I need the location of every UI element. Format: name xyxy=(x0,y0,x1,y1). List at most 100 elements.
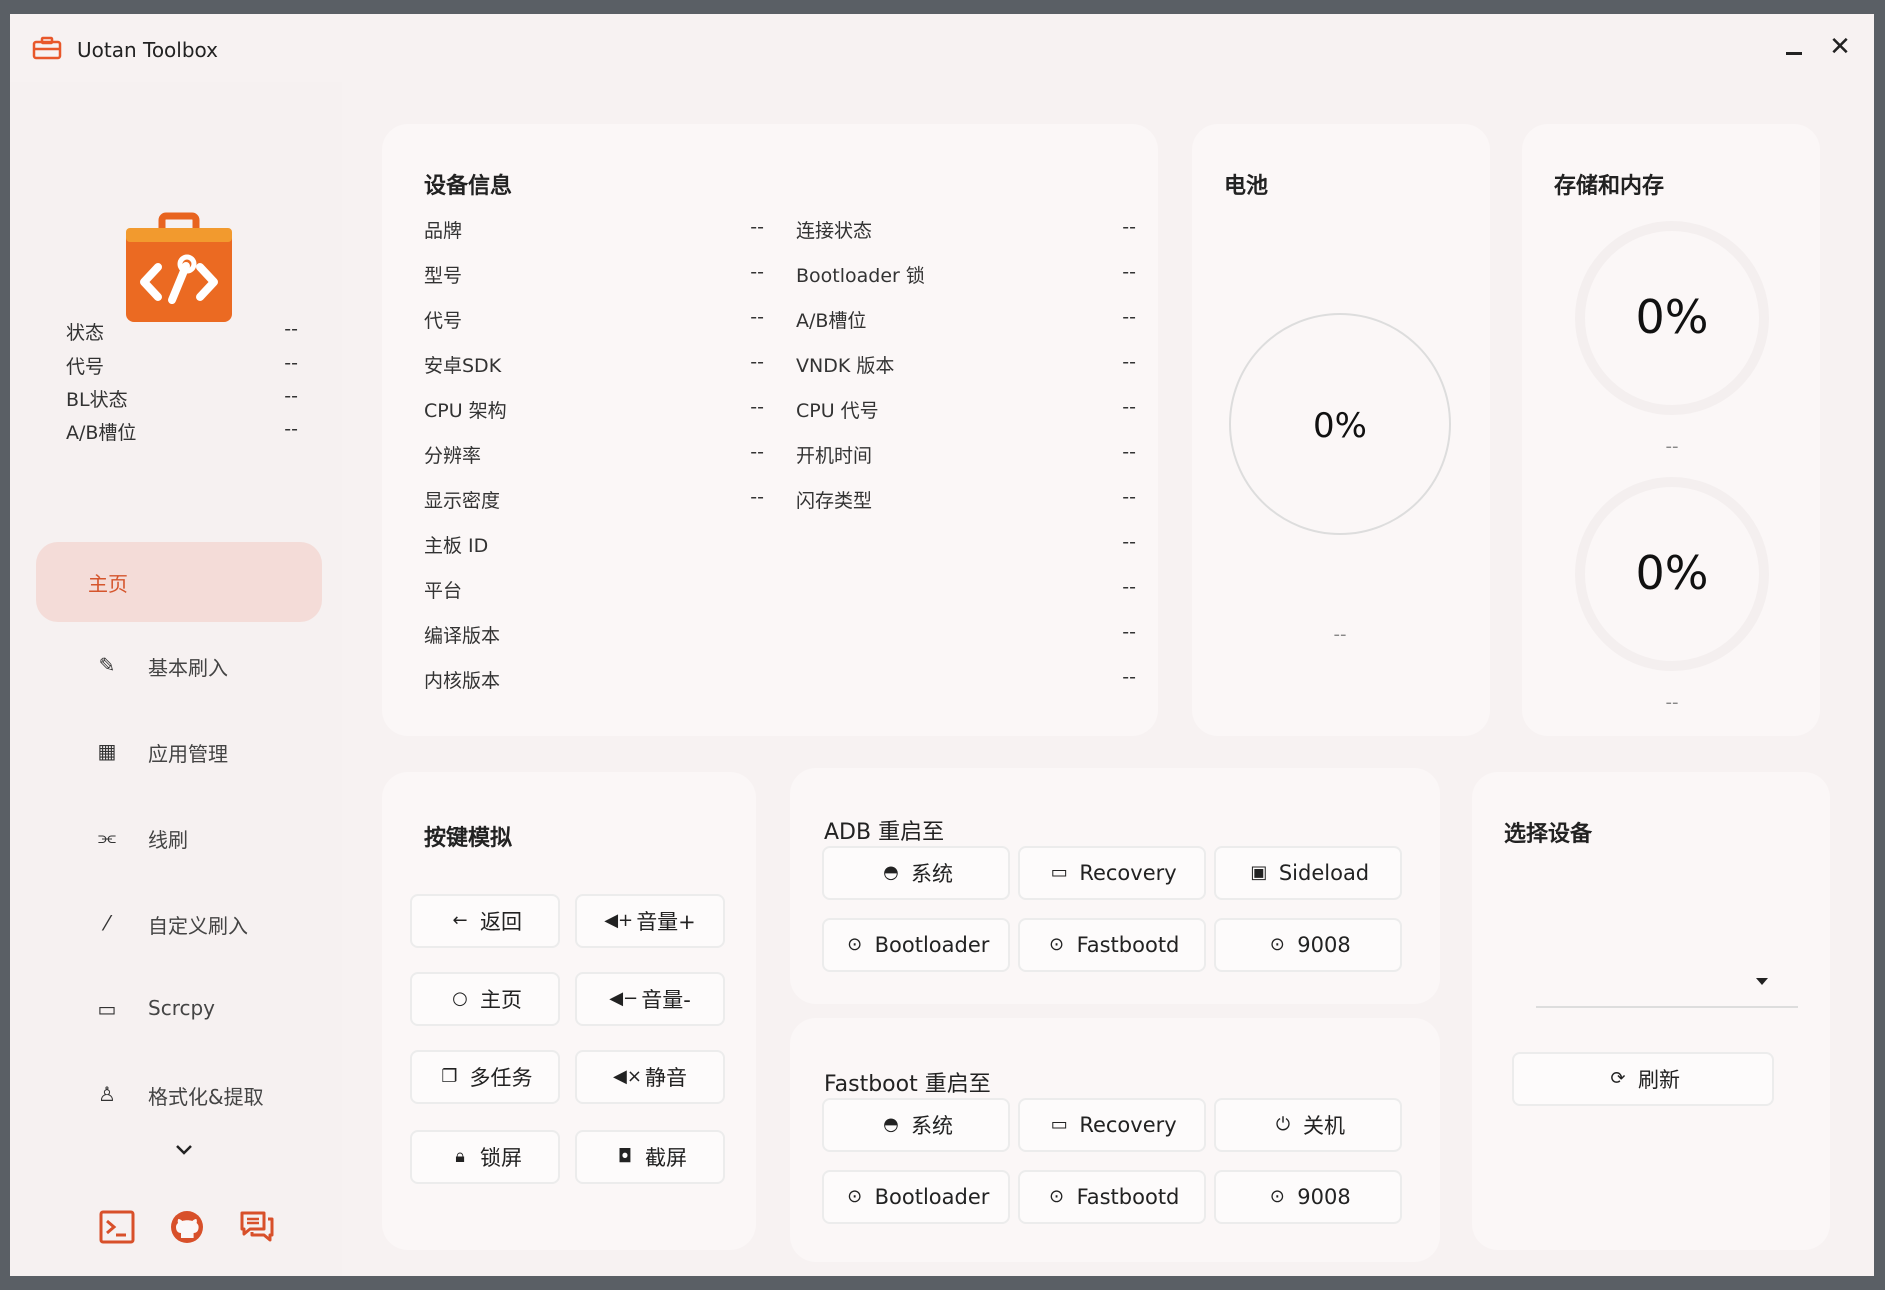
adb-reboot-9008-button[interactable]: ⊙ 9008 xyxy=(1214,918,1402,972)
storage-detail: -- xyxy=(1665,436,1679,457)
chevron-down-icon[interactable] xyxy=(172,1140,196,1160)
adb-reboot-fastbootd-button[interactable]: ⊙ Fastbootd xyxy=(1018,918,1206,972)
github-icon[interactable] xyxy=(168,1208,206,1246)
info-row-uptime: 开机时间 -- xyxy=(796,441,1136,467)
sidebar-item-line-flash[interactable]: ⫘ 线刷 xyxy=(36,802,322,872)
terminal-icon[interactable] xyxy=(98,1208,136,1246)
sidebar-item-app-manager[interactable]: ▦ 应用管理 xyxy=(36,716,322,786)
adb-reboot-system-button[interactable]: ◓ 系统 xyxy=(822,846,1010,900)
chat-icon[interactable] xyxy=(238,1208,276,1246)
sidebar-item-basic-flash[interactable]: ✎ 基本刷入 xyxy=(36,630,322,700)
multitask-icon: ❐ xyxy=(441,1066,458,1087)
info-row-connection: 连接状态 -- xyxy=(796,216,1136,242)
power-icon: ⏻︎ xyxy=(1275,1114,1291,1135)
key-volume-down-button[interactable]: ◀− 音量- xyxy=(575,972,725,1026)
download-circle-icon: ⊙ xyxy=(847,934,863,955)
fastboot-reboot-system-button[interactable]: ◓ 系统 xyxy=(822,1098,1010,1152)
fastboot-reboot-bootloader-button[interactable]: ⊙ Bootloader xyxy=(822,1170,1010,1224)
key-multitask-button[interactable]: ❐ 多任务 xyxy=(410,1050,560,1104)
cable-icon: ⫘ xyxy=(98,825,116,849)
card-title: 选择设备 xyxy=(1504,822,1593,847)
info-row-android-sdk: 安卓SDK -- xyxy=(424,351,764,377)
laptop-icon: ▭ xyxy=(1050,862,1068,883)
sidebar-info-status: 状态 -- xyxy=(66,318,298,344)
info-row-flash-type: 闪存类型 -- xyxy=(796,486,1136,512)
key-lock-screen-button[interactable]: 🔒︎ 锁屏 xyxy=(410,1130,560,1184)
device-select-dropdown[interactable] xyxy=(1536,964,1798,1008)
info-row-cpu-arch: CPU 架构 -- xyxy=(424,396,764,422)
title-bar: Uotan Toolbox ✕ xyxy=(10,14,1874,82)
window-title: Uotan Toolbox xyxy=(77,38,219,62)
info-row-resolution: 分辨率 -- xyxy=(424,441,764,467)
refresh-icon: ⟳ xyxy=(1610,1068,1626,1089)
key-mute-button[interactable]: ◀× 静音 xyxy=(575,1050,725,1104)
info-row-bootloader-lock: Bootloader 锁 -- xyxy=(796,261,1136,287)
info-row-build: 编译版本 -- xyxy=(424,621,1136,647)
card-title: 电池 xyxy=(1224,174,1269,199)
sidebar-item-custom-flash[interactable]: ⁄ 自定义刷入 xyxy=(36,888,322,958)
refresh-devices-button[interactable]: ⟳ 刷新 xyxy=(1512,1052,1774,1106)
flash-icon: ✎ xyxy=(98,653,116,677)
card-title: ADB 重启至 xyxy=(824,820,945,845)
download-circle-icon: ⊙ xyxy=(847,1186,863,1207)
fastboot-reboot-fastbootd-button[interactable]: ⊙ Fastbootd xyxy=(1018,1170,1206,1224)
download-circle-icon: ⊙ xyxy=(1269,934,1285,955)
info-row-model: 型号 -- xyxy=(424,261,764,287)
minimize-button[interactable] xyxy=(1780,34,1808,62)
monitor-icon: ▣ xyxy=(1250,862,1268,883)
info-row-vndk: VNDK 版本 -- xyxy=(796,351,1136,377)
circle-icon: ○ xyxy=(452,988,468,1009)
laptop-icon: ▭ xyxy=(1050,1114,1068,1135)
battery-percent: 0% xyxy=(1313,406,1367,446)
sidebar-item-label: 主页 xyxy=(88,572,128,596)
storage-memory-card: 存储和内存 0% -- 0% -- xyxy=(1522,124,1820,736)
battery-status: -- xyxy=(1333,624,1347,645)
card-title: 设备信息 xyxy=(424,174,513,199)
memory-percent: 0% xyxy=(1635,546,1709,600)
key-screenshot-button[interactable]: ◘ 截屏 xyxy=(575,1130,725,1184)
fastboot-reboot-9008-button[interactable]: ⊙ 9008 xyxy=(1214,1170,1402,1224)
volume-up-icon: ◀+ xyxy=(604,910,634,931)
sidebar-item-scrcpy[interactable]: ▭ Scrcpy xyxy=(36,974,322,1044)
info-row-cpu-code: CPU 代号 -- xyxy=(796,396,1136,422)
android-icon: ◓ xyxy=(883,1114,899,1135)
sidebar-item-format-extract[interactable]: ♙ 格式化&提取 xyxy=(36,1059,322,1129)
info-row-board-id: 主板 ID -- xyxy=(424,531,1136,557)
lock-icon: 🔒︎ xyxy=(455,1146,465,1167)
info-row-brand: 品牌 -- xyxy=(424,216,764,242)
info-row-kernel: 内核版本 -- xyxy=(424,666,1136,692)
sidebar: 状态 -- 代号 -- BL状态 -- A/B槽位 -- 主页 ✎ 基本刷入 ▦… xyxy=(10,82,342,1276)
sidebar-item-home[interactable]: 主页 xyxy=(36,542,322,622)
fastboot-reboot-recovery-button[interactable]: ▭ Recovery xyxy=(1018,1098,1206,1152)
mute-icon: ◀× xyxy=(613,1066,642,1087)
adb-reboot-bootloader-button[interactable]: ⊙ Bootloader xyxy=(822,918,1010,972)
key-volume-up-button[interactable]: ◀+ 音量+ xyxy=(575,894,725,948)
camera-icon: ◘ xyxy=(617,1146,633,1167)
arrow-left-icon: ← xyxy=(452,910,468,931)
volume-down-icon: ◀− xyxy=(609,988,639,1009)
info-row-codename: 代号 -- xyxy=(424,306,764,332)
select-device-card: 选择设备 xyxy=(1472,772,1830,1250)
card-title: 按键模拟 xyxy=(424,826,513,851)
info-row-platform: 平台 -- xyxy=(424,576,1136,602)
key-back-button[interactable]: ← 返回 xyxy=(410,894,560,948)
info-row-density: 显示密度 -- xyxy=(424,486,764,512)
storage-percent: 0% xyxy=(1635,290,1709,344)
battery-card: 电池 0% -- xyxy=(1192,124,1490,736)
key-home-button[interactable]: ○ 主页 xyxy=(410,972,560,1026)
download-circle-icon: ⊙ xyxy=(1049,1186,1065,1207)
card-title: 存储和内存 xyxy=(1554,174,1665,199)
download-circle-icon: ⊙ xyxy=(1049,934,1065,955)
apps-grid-icon: ▦ xyxy=(97,739,117,763)
device-info-card: 设备信息 品牌 -- 型号 -- 代号 -- 安卓SDK -- CPU 架构 -- 分辨率… xyxy=(382,124,1158,736)
adb-reboot-recovery-button[interactable]: ▭ Recovery xyxy=(1018,846,1206,900)
fastboot-power-off-button[interactable]: ⏻︎ 关机 xyxy=(1214,1098,1402,1152)
toolbox-icon xyxy=(32,36,62,60)
sidebar-info-ab-slot: A/B槽位 -- xyxy=(66,418,298,444)
card-title: Fastboot 重启至 xyxy=(824,1072,991,1097)
app-window: Uotan Toolbox ✕ 状态 -- 代号 -- BL状态 -- A/B槽… xyxy=(10,14,1874,1276)
adb-reboot-sideload-button[interactable]: ▣ Sideload xyxy=(1214,846,1402,900)
android-icon: ◓ xyxy=(883,862,899,883)
close-button[interactable]: ✕ xyxy=(1826,34,1854,62)
toolbox-logo-icon xyxy=(126,212,232,322)
